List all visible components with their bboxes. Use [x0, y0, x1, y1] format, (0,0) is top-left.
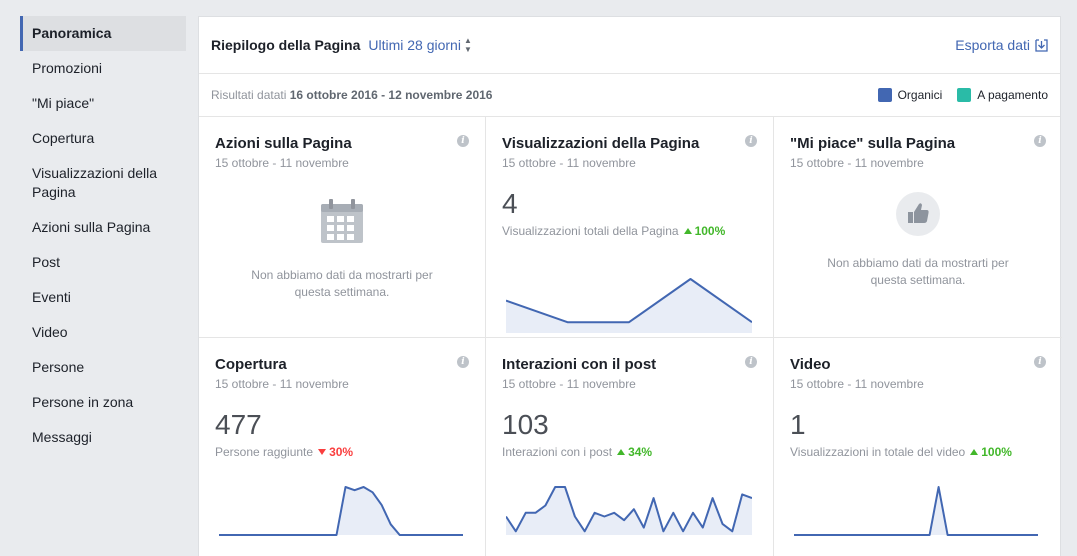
delta-value: 100% — [981, 445, 1012, 459]
delta-badge: 100% — [683, 224, 726, 238]
sparkline-line — [794, 486, 1038, 536]
legend: Organici A pagamento — [863, 88, 1048, 102]
empty-state: Non abbiamo dati da mostrarti per questa… — [790, 192, 1046, 289]
sidebar-item-visualizzazioni[interactable]: Visualizzazioni della Pagina — [20, 156, 186, 210]
delta-value: 34% — [628, 445, 653, 459]
empty-text: Non abbiamo dati da mostrarti per questa… — [827, 256, 1009, 287]
metric-line: Visualizzazioni totali della Pagina 100% — [502, 224, 757, 238]
download-icon — [1035, 38, 1048, 52]
metric-value: 4 — [502, 188, 518, 219]
delta-badge: 34% — [617, 445, 652, 459]
export-data-button[interactable]: Esporta dati — [955, 37, 1048, 53]
export-label: Esporta dati — [955, 37, 1030, 53]
sidebar-item-promozioni[interactable]: Promozioni — [20, 51, 186, 86]
card-interazioni[interactable]: Interazioni con il post 15 ottobre - 11 … — [486, 338, 774, 556]
sparkline-area — [506, 487, 752, 535]
sidebar-item-eventi[interactable]: Eventi — [20, 280, 186, 315]
sort-caret-icon: ▲ ▼ — [463, 36, 472, 54]
results-range: 16 ottobre 2016 - 12 novembre 2016 — [289, 88, 493, 102]
metric-label: Persone raggiunte — [215, 445, 314, 459]
calendar-icon — [321, 199, 363, 243]
sidebar-item-persone[interactable]: Persone — [20, 350, 186, 385]
sidebar-item-video[interactable]: Video — [20, 315, 186, 350]
arrow-up-icon — [970, 449, 979, 455]
sidebar-item-post[interactable]: Post — [20, 245, 186, 280]
sparkline-chart — [506, 486, 752, 535]
card-date: 15 ottobre - 11 novembre — [502, 377, 636, 391]
sidebar-item-copertura[interactable]: Copertura — [20, 121, 186, 156]
delta-badge: 100% — [970, 445, 1012, 459]
card-title: Azioni sulla Pagina — [215, 135, 352, 152]
sparkline-chart — [794, 486, 1038, 536]
card-title: Copertura — [215, 356, 287, 373]
delta-badge: 30% — [318, 445, 353, 459]
card-title: "Mi piace" sulla Pagina — [790, 135, 956, 152]
page-title: Riepilogo della Pagina — [211, 37, 361, 53]
metric-value: 1 — [790, 409, 806, 440]
metric-label: Visualizzazioni totali della Pagina — [502, 224, 679, 238]
card-copertura[interactable]: Copertura 15 ottobre - 11 novembre i 477… — [199, 338, 486, 556]
empty-text: Non abbiamo dati da mostrarti per questa… — [251, 268, 433, 299]
sidebar-item-panoramica[interactable]: Panoramica — [20, 16, 186, 51]
sidebar-nav: Panoramica Promozioni "Mi piace" Copertu… — [20, 16, 186, 455]
metric-line: Interazioni con i post 34% — [502, 445, 757, 459]
card-mi-piace[interactable]: "Mi piace" sulla Pagina 15 ottobre - 11 … — [774, 117, 1062, 338]
legend-organic-label: Organici — [897, 88, 943, 102]
delta-value: 30% — [329, 445, 354, 459]
card-azioni[interactable]: Azioni sulla Pagina 15 ottobre - 11 nove… — [199, 117, 486, 338]
insights-grid: Azioni sulla Pagina 15 ottobre - 11 nove… — [199, 117, 1062, 556]
sparkline-area — [506, 279, 752, 333]
card-title: Video — [790, 356, 831, 373]
page-header: Riepilogo della Pagina Ultimi 28 giorni … — [199, 17, 1060, 74]
paid-swatch — [957, 88, 972, 102]
metric-label: Interazioni con i post — [502, 445, 613, 459]
info-icon[interactable]: i — [457, 135, 469, 147]
card-date: 15 ottobre - 11 novembre — [215, 156, 349, 170]
thumbs-up-icon — [896, 192, 940, 236]
arrow-down-icon — [318, 449, 327, 455]
arrow-up-icon — [617, 449, 626, 455]
period-dropdown[interactable]: Ultimi 28 giorni ▲ ▼ — [368, 36, 472, 54]
info-icon[interactable]: i — [745, 135, 757, 147]
arrow-up-icon — [683, 228, 692, 234]
delta-value: 100% — [694, 224, 726, 238]
legend-paid-label: A pagamento — [977, 88, 1048, 102]
empty-state: Non abbiamo dati da mostrarti per questa… — [215, 198, 469, 301]
card-title: Visualizzazioni della Pagina — [502, 135, 700, 152]
results-range-bar: Risultati datati 16 ottobre 2016 - 12 no… — [199, 74, 1060, 117]
card-date: 15 ottobre - 11 novembre — [215, 377, 349, 391]
metric-value: 477 — [215, 409, 262, 440]
main-panel: Riepilogo della Pagina Ultimi 28 giorni … — [198, 16, 1062, 556]
card-title: Interazioni con il post — [502, 356, 657, 373]
metric-label: Visualizzazioni in totale del video — [790, 445, 966, 459]
card-visualizzazioni[interactable]: Visualizzazioni della Pagina 15 ottobre … — [486, 117, 774, 338]
card-date: 15 ottobre - 11 novembre — [790, 377, 924, 391]
organic-swatch — [877, 88, 892, 102]
info-icon[interactable]: i — [745, 356, 757, 368]
card-date: 15 ottobre - 11 novembre — [790, 156, 924, 170]
metric-line: Visualizzazioni in totale del video 100% — [790, 445, 1046, 459]
results-prefix: Risultati datati — [211, 88, 287, 102]
card-video[interactable]: Video 15 ottobre - 11 novembre i 1 Visua… — [774, 338, 1062, 556]
info-icon[interactable]: i — [457, 356, 469, 368]
sidebar-item-azioni[interactable]: Azioni sulla Pagina — [20, 210, 186, 245]
legend-paid: A pagamento — [957, 88, 1048, 102]
period-label: Ultimi 28 giorni — [368, 37, 461, 53]
sidebar-item-persone-in-zona[interactable]: Persone in zona — [20, 385, 186, 420]
legend-organic: Organici — [877, 88, 943, 102]
metric-value: 103 — [502, 409, 549, 440]
metric-line: Persone raggiunte 30% — [215, 445, 469, 459]
sparkline-area — [794, 487, 1038, 535]
card-date: 15 ottobre - 11 novembre — [502, 156, 636, 170]
info-icon[interactable]: i — [1034, 356, 1046, 368]
sparkline-chart — [219, 486, 463, 536]
sparkline-chart — [506, 278, 752, 333]
info-icon[interactable]: i — [1034, 135, 1046, 147]
sidebar-item-messaggi[interactable]: Messaggi — [20, 420, 186, 455]
sidebar-item-mi-piace[interactable]: "Mi piace" — [20, 86, 186, 121]
